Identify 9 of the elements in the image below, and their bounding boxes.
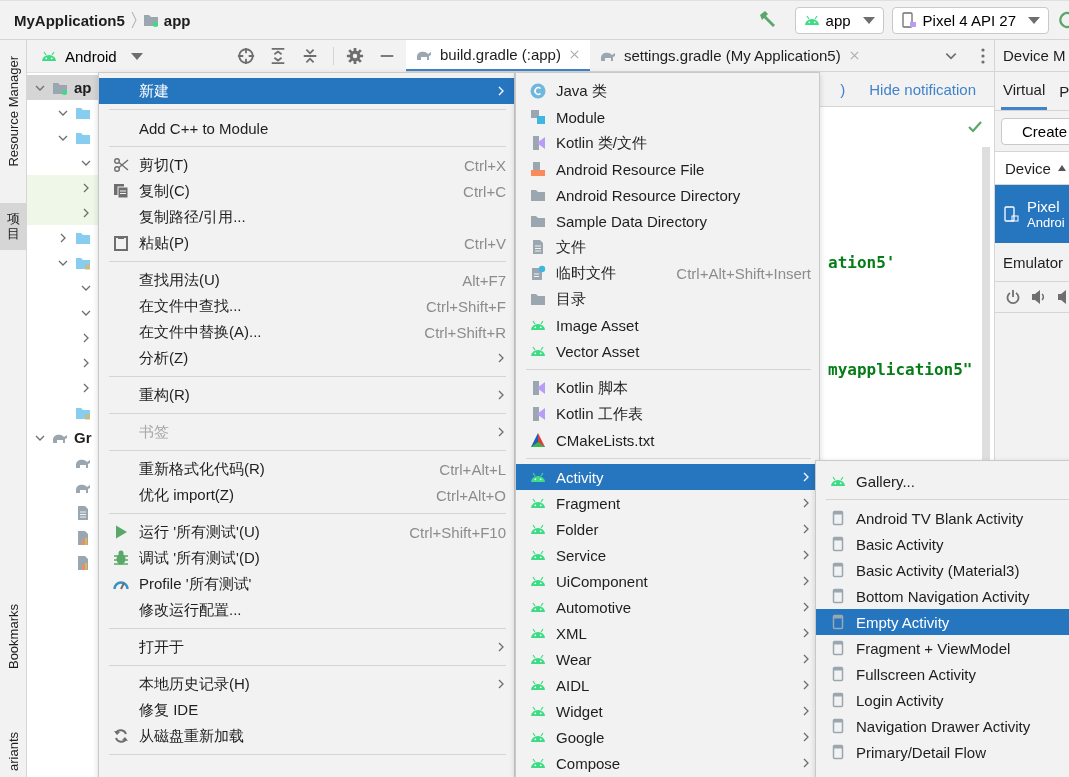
code-line: myapplication5"	[828, 360, 974, 379]
tree-label: Gr	[74, 429, 92, 446]
device-detail: Androi	[1027, 215, 1065, 230]
panel-title: Device M	[1003, 47, 1066, 64]
tree-label: ap	[74, 79, 92, 96]
code-line: ation5'	[828, 253, 897, 272]
device-name: Pixel	[1027, 198, 1061, 215]
emulator-header: Emulator	[995, 243, 1069, 282]
notification-text: )	[840, 80, 846, 98]
